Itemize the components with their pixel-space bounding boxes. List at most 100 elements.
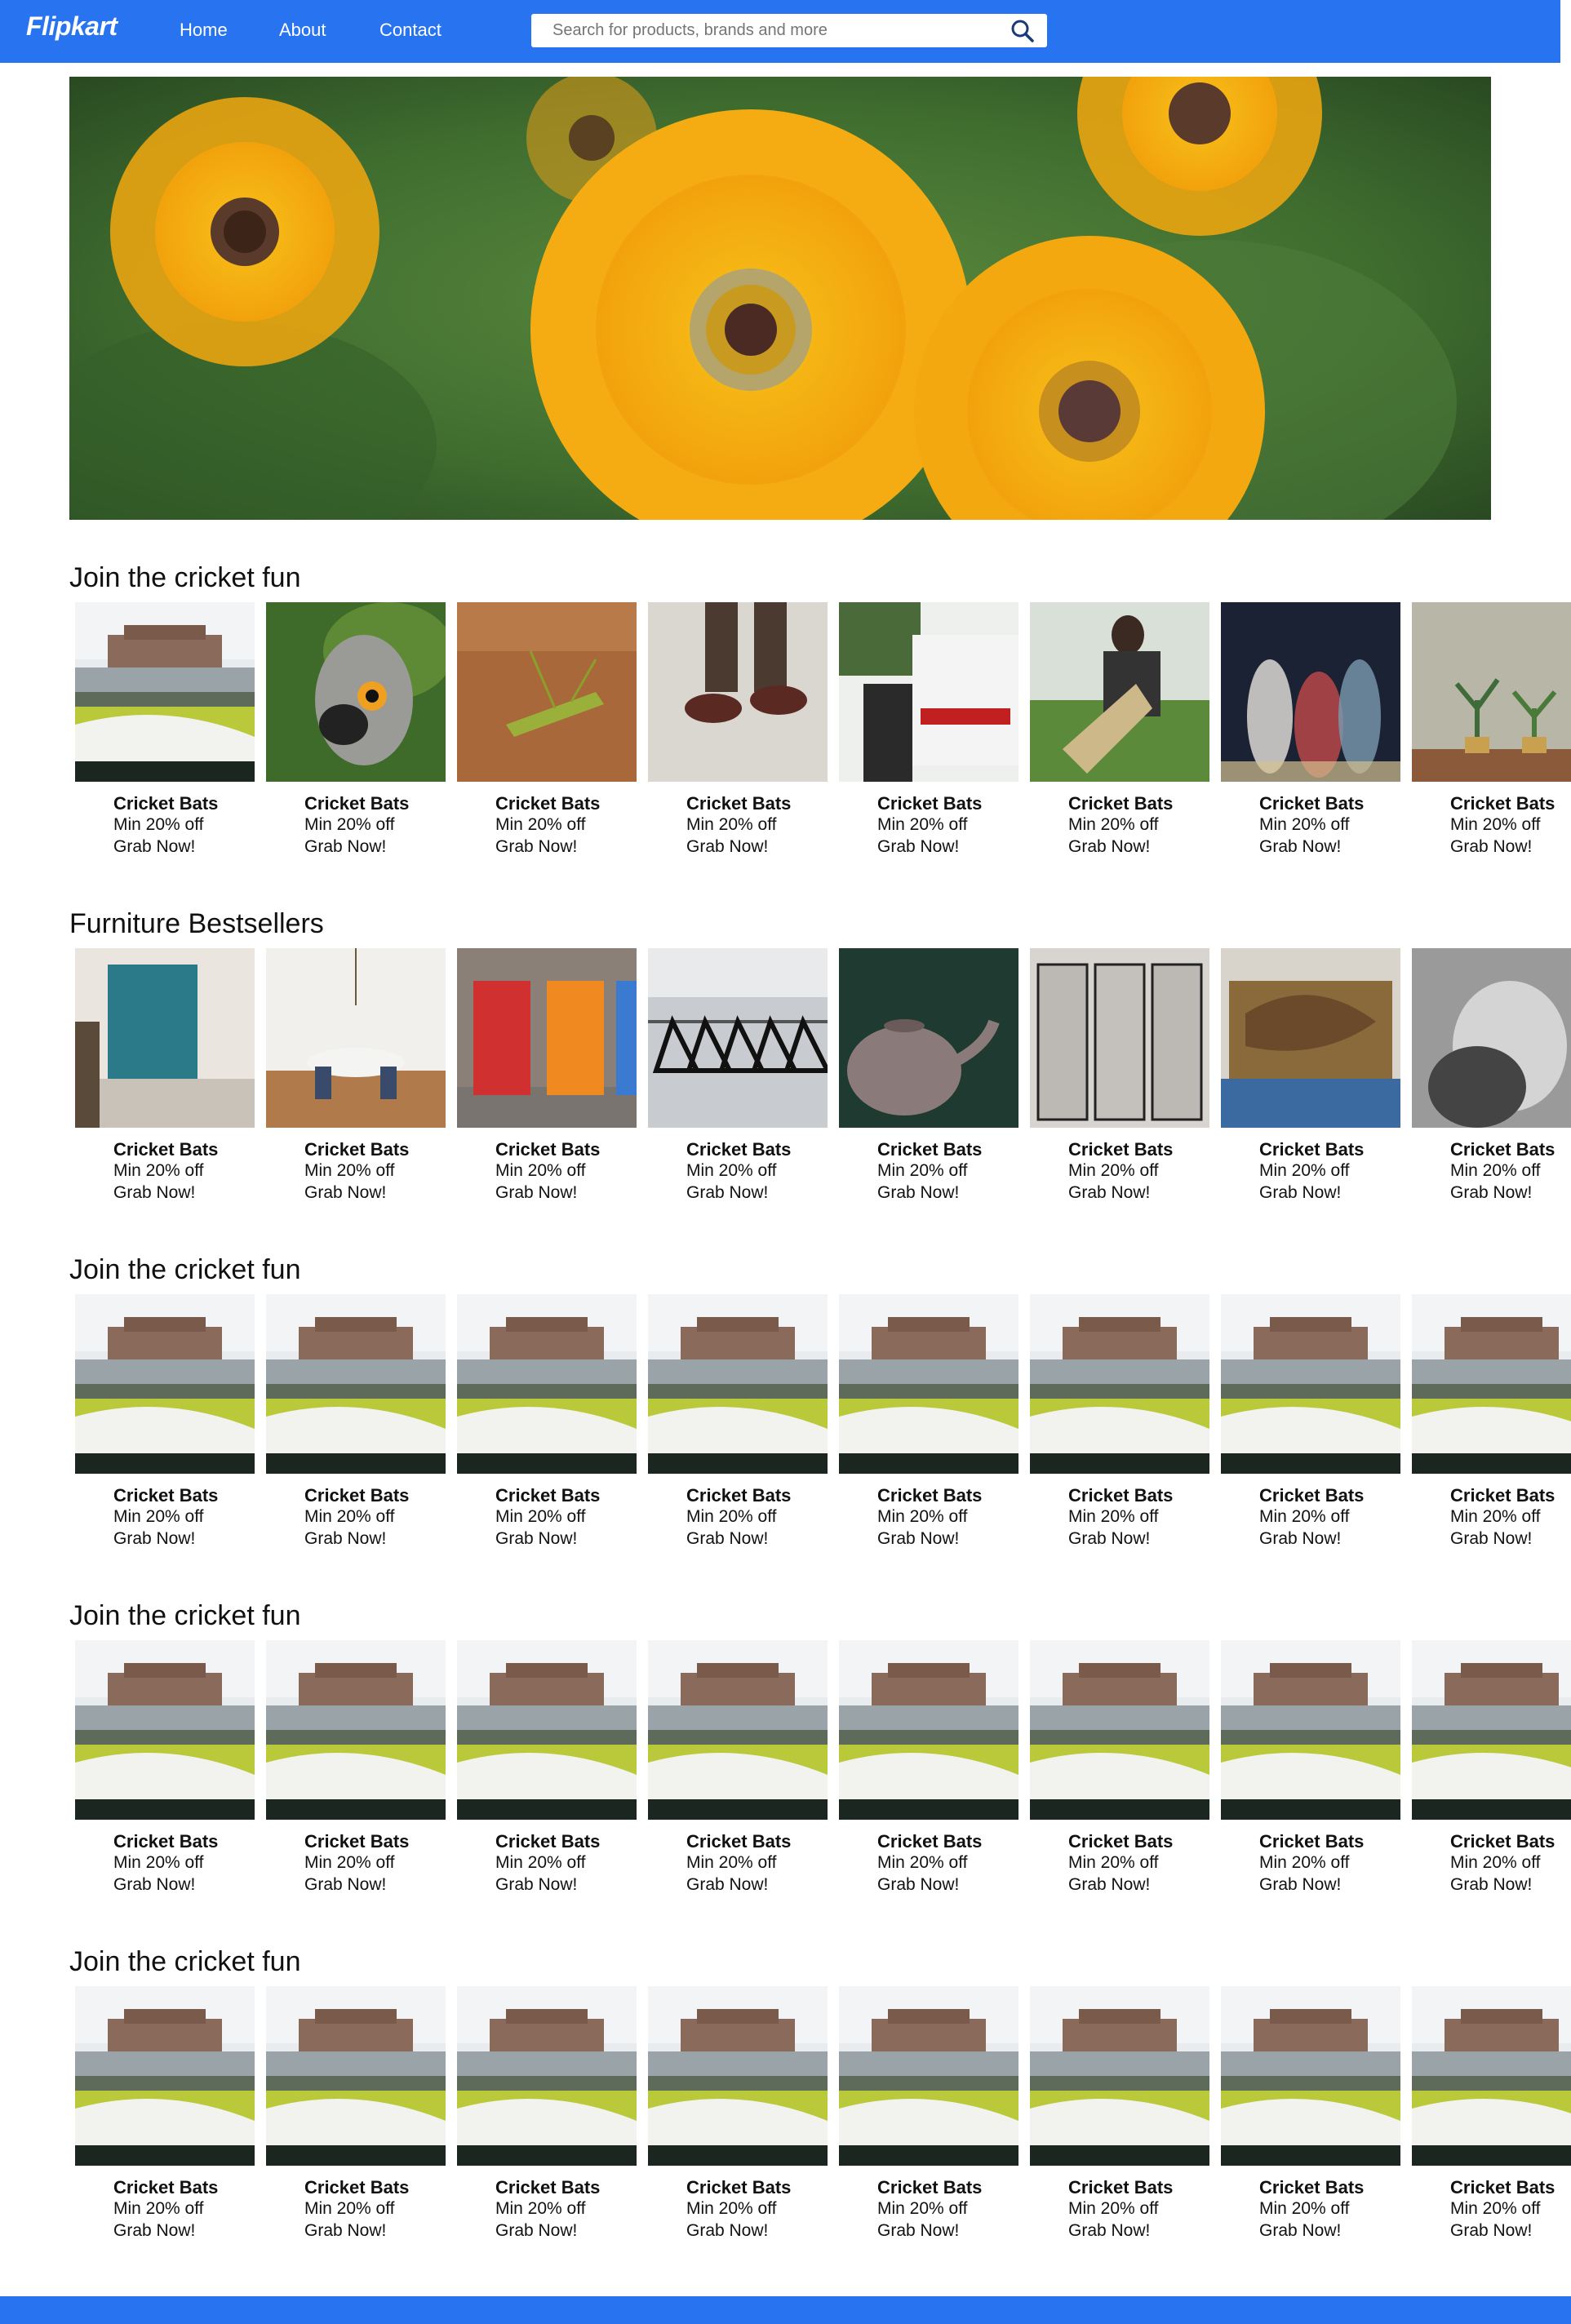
grab-now-link[interactable]: Grab Now! xyxy=(877,1875,959,1895)
grab-now-link[interactable]: Grab Now! xyxy=(113,2221,195,2241)
product-image[interactable] xyxy=(75,1294,255,1474)
product-image[interactable] xyxy=(1221,1294,1400,1474)
product-card[interactable]: Cricket Bats Min 20% off Grab Now! xyxy=(1215,1640,1400,1909)
grab-now-link[interactable]: Grab Now! xyxy=(877,837,959,857)
product-image[interactable] xyxy=(839,1294,1018,1474)
grab-now-link[interactable]: Grab Now! xyxy=(686,1529,768,1549)
grab-now-link[interactable]: Grab Now! xyxy=(686,1183,768,1203)
product-image[interactable] xyxy=(266,948,446,1128)
product-card[interactable]: Cricket Bats Min 20% off Grab Now! xyxy=(1024,1294,1209,1563)
grab-now-link[interactable]: Grab Now! xyxy=(304,1875,386,1895)
product-image[interactable] xyxy=(648,602,828,782)
grab-now-link[interactable]: Grab Now! xyxy=(1259,1529,1341,1549)
grab-now-link[interactable]: Grab Now! xyxy=(495,837,577,857)
product-card[interactable]: Cricket Bats Min 20% off Grab Now! xyxy=(1406,948,1571,1217)
grab-now-link[interactable]: Grab Now! xyxy=(304,2221,386,2241)
product-card[interactable]: Cricket Bats Min 20% off Grab Now! xyxy=(451,1640,637,1909)
grab-now-link[interactable]: Grab Now! xyxy=(1259,1875,1341,1895)
hero-banner[interactable] xyxy=(69,77,1491,520)
product-card[interactable]: Cricket Bats Min 20% off Grab Now! xyxy=(1215,1986,1400,2255)
product-card[interactable]: Cricket Bats Min 20% off Grab Now! xyxy=(642,1640,828,1909)
product-card[interactable]: Cricket Bats Min 20% off Grab Now! xyxy=(642,1294,828,1563)
search-button[interactable] xyxy=(1010,18,1036,44)
product-card[interactable]: Cricket Bats Min 20% off Grab Now! xyxy=(1024,1986,1209,2255)
product-card[interactable]: Cricket Bats Min 20% off Grab Now! xyxy=(1024,602,1209,872)
product-image[interactable] xyxy=(1412,602,1571,782)
grab-now-link[interactable]: Grab Now! xyxy=(1450,1183,1532,1203)
grab-now-link[interactable]: Grab Now! xyxy=(877,1529,959,1549)
product-card[interactable]: Cricket Bats Min 20% off Grab Now! xyxy=(69,1294,255,1563)
product-image[interactable] xyxy=(648,1986,828,2166)
product-card[interactable]: Cricket Bats Min 20% off Grab Now! xyxy=(260,602,446,872)
grab-now-link[interactable]: Grab Now! xyxy=(113,1529,195,1549)
product-card[interactable]: Cricket Bats Min 20% off Grab Now! xyxy=(642,1986,828,2255)
grab-now-link[interactable]: Grab Now! xyxy=(1450,837,1532,857)
product-image[interactable] xyxy=(457,948,637,1128)
product-image[interactable] xyxy=(1412,1640,1571,1820)
product-image[interactable] xyxy=(1412,1986,1571,2166)
grab-now-link[interactable]: Grab Now! xyxy=(495,1529,577,1549)
grab-now-link[interactable]: Grab Now! xyxy=(1259,2221,1341,2241)
product-image[interactable] xyxy=(457,1640,637,1820)
grab-now-link[interactable]: Grab Now! xyxy=(686,2221,768,2241)
product-image[interactable] xyxy=(1030,948,1209,1128)
grab-now-link[interactable]: Grab Now! xyxy=(1259,1183,1341,1203)
product-image[interactable] xyxy=(1412,948,1571,1128)
grab-now-link[interactable]: Grab Now! xyxy=(877,2221,959,2241)
product-image[interactable] xyxy=(839,602,1018,782)
product-card[interactable]: Cricket Bats Min 20% off Grab Now! xyxy=(69,602,255,872)
nav-link-contact[interactable]: Contact xyxy=(379,20,442,41)
grab-now-link[interactable]: Grab Now! xyxy=(686,1875,768,1895)
grab-now-link[interactable]: Grab Now! xyxy=(686,837,768,857)
product-image[interactable] xyxy=(839,1986,1018,2166)
grab-now-link[interactable]: Grab Now! xyxy=(495,1875,577,1895)
grab-now-link[interactable]: Grab Now! xyxy=(495,2221,577,2241)
product-image[interactable] xyxy=(648,1640,828,1820)
grab-now-link[interactable]: Grab Now! xyxy=(877,1183,959,1203)
nav-link-home[interactable]: Home xyxy=(180,20,228,41)
grab-now-link[interactable]: Grab Now! xyxy=(304,1529,386,1549)
product-image[interactable] xyxy=(75,602,255,782)
product-card[interactable]: Cricket Bats Min 20% off Grab Now! xyxy=(451,602,637,872)
flipkart-logo[interactable]: Flipkart xyxy=(26,11,118,42)
product-card[interactable]: Cricket Bats Min 20% off Grab Now! xyxy=(69,1640,255,1909)
product-image[interactable] xyxy=(1221,1986,1400,2166)
product-card[interactable]: Cricket Bats Min 20% off Grab Now! xyxy=(69,1986,255,2255)
product-card[interactable]: Cricket Bats Min 20% off Grab Now! xyxy=(260,1986,446,2255)
product-card[interactable]: Cricket Bats Min 20% off Grab Now! xyxy=(833,1640,1018,1909)
grab-now-link[interactable]: Grab Now! xyxy=(1068,2221,1150,2241)
product-image[interactable] xyxy=(1030,602,1209,782)
product-card[interactable]: Cricket Bats Min 20% off Grab Now! xyxy=(1215,948,1400,1217)
product-image[interactable] xyxy=(1030,1986,1209,2166)
product-image[interactable] xyxy=(457,1986,637,2166)
product-card[interactable]: Cricket Bats Min 20% off Grab Now! xyxy=(642,602,828,872)
product-image[interactable] xyxy=(1221,1640,1400,1820)
product-image[interactable] xyxy=(1412,1294,1571,1474)
product-image[interactable] xyxy=(839,1640,1018,1820)
product-card[interactable]: Cricket Bats Min 20% off Grab Now! xyxy=(1024,948,1209,1217)
product-image[interactable] xyxy=(1221,602,1400,782)
product-image[interactable] xyxy=(1030,1640,1209,1820)
product-image[interactable] xyxy=(75,948,255,1128)
grab-now-link[interactable]: Grab Now! xyxy=(1068,1875,1150,1895)
product-image[interactable] xyxy=(1221,948,1400,1128)
product-card[interactable]: Cricket Bats Min 20% off Grab Now! xyxy=(451,1294,637,1563)
product-card[interactable]: Cricket Bats Min 20% off Grab Now! xyxy=(1406,1640,1571,1909)
grab-now-link[interactable]: Grab Now! xyxy=(113,837,195,857)
product-card[interactable]: Cricket Bats Min 20% off Grab Now! xyxy=(260,948,446,1217)
product-card[interactable]: Cricket Bats Min 20% off Grab Now! xyxy=(69,948,255,1217)
grab-now-link[interactable]: Grab Now! xyxy=(1450,1875,1532,1895)
product-image[interactable] xyxy=(1030,1294,1209,1474)
product-card[interactable]: Cricket Bats Min 20% off Grab Now! xyxy=(1024,1640,1209,1909)
product-card[interactable]: Cricket Bats Min 20% off Grab Now! xyxy=(451,948,637,1217)
grab-now-link[interactable]: Grab Now! xyxy=(495,1183,577,1203)
product-card[interactable]: Cricket Bats Min 20% off Grab Now! xyxy=(833,1986,1018,2255)
grab-now-link[interactable]: Grab Now! xyxy=(113,1183,195,1203)
product-card[interactable]: Cricket Bats Min 20% off Grab Now! xyxy=(260,1640,446,1909)
product-card[interactable]: Cricket Bats Min 20% off Grab Now! xyxy=(260,1294,446,1563)
product-card[interactable]: Cricket Bats Min 20% off Grab Now! xyxy=(1406,1294,1571,1563)
grab-now-link[interactable]: Grab Now! xyxy=(1450,1529,1532,1549)
product-card[interactable]: Cricket Bats Min 20% off Grab Now! xyxy=(1215,1294,1400,1563)
product-image[interactable] xyxy=(75,1986,255,2166)
product-image[interactable] xyxy=(75,1640,255,1820)
